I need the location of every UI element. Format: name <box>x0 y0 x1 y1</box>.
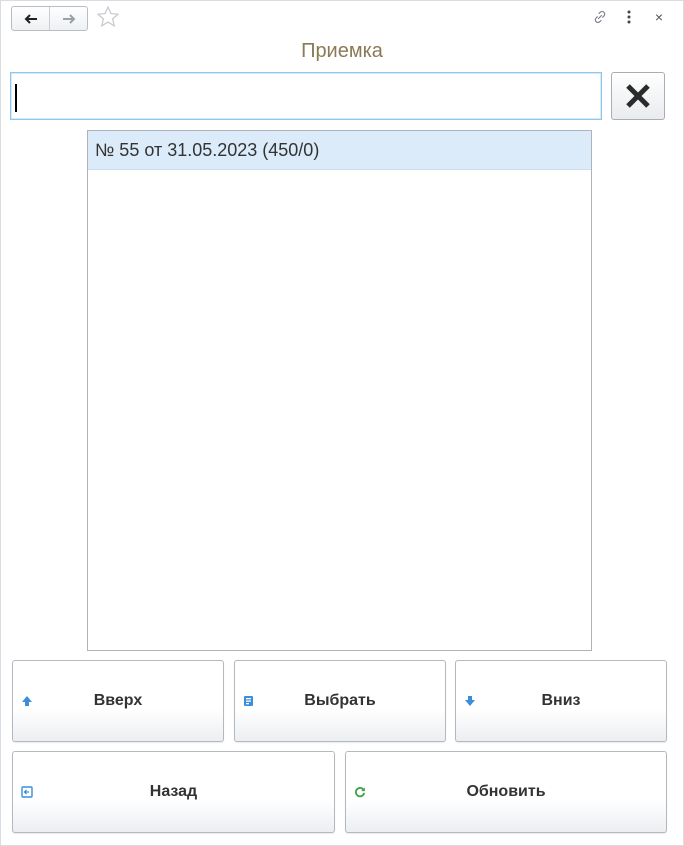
refresh-icon <box>354 786 366 798</box>
down-button[interactable]: Вниз <box>455 660 667 742</box>
back-nav-button[interactable] <box>12 7 49 30</box>
star-icon <box>96 5 120 28</box>
refresh-button[interactable]: Обновить <box>345 751 667 833</box>
select-button[interactable]: Выбрать <box>234 660 446 742</box>
list-item-label: № 55 от 31.05.2023 (450/0) <box>95 140 320 160</box>
back-button-label: Назад <box>149 783 198 800</box>
close-icon <box>626 84 650 108</box>
select-button-label: Выбрать <box>304 692 376 709</box>
favorite-button[interactable] <box>95 4 121 30</box>
down-button-label: Вниз <box>541 692 581 709</box>
link-icon <box>594 10 606 24</box>
page-title: Приемка <box>301 40 383 62</box>
history-nav <box>11 6 88 31</box>
arrow-up-icon <box>21 695 33 707</box>
text-caret <box>15 84 17 112</box>
select-document-icon <box>243 695 255 707</box>
arrow-right-icon <box>62 13 75 24</box>
up-button[interactable]: Вверх <box>12 660 224 742</box>
back-button[interactable]: Назад <box>12 751 335 833</box>
close-window-button[interactable]: × <box>651 8 667 26</box>
back-icon <box>21 786 33 798</box>
search-field[interactable] <box>10 72 602 120</box>
arrow-down-icon <box>464 695 476 707</box>
link-button[interactable] <box>591 8 609 26</box>
clear-search-button[interactable] <box>611 72 665 120</box>
more-vertical-icon <box>627 10 631 24</box>
search-input[interactable] <box>11 73 601 119</box>
up-button-label: Вверх <box>93 692 143 709</box>
forward-nav-button[interactable] <box>49 7 87 30</box>
list-item[interactable]: № 55 от 31.05.2023 (450/0) <box>88 131 591 170</box>
document-list[interactable]: № 55 от 31.05.2023 (450/0) <box>87 130 592 651</box>
close-icon: × <box>654 9 664 25</box>
refresh-button-label: Обновить <box>466 783 546 800</box>
arrow-left-icon <box>24 13 37 24</box>
more-menu-button[interactable] <box>622 8 636 26</box>
